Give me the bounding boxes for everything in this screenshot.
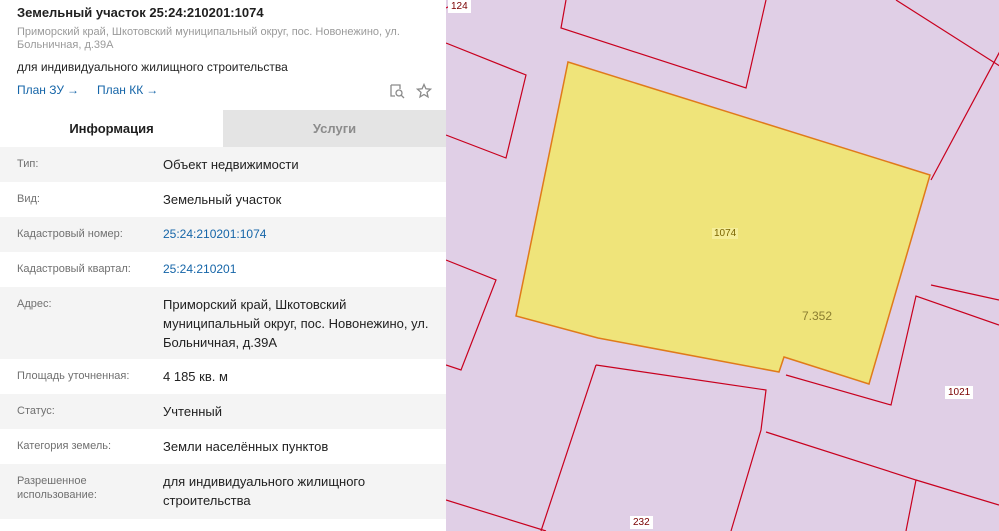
plan-links: План ЗУ → План КК → xyxy=(17,82,446,98)
plan-kk-link[interactable]: План КК → xyxy=(97,83,158,97)
property-value: Учтенный xyxy=(163,404,223,419)
property-value: Земли населённых пунктов xyxy=(163,439,329,454)
info-panel: Земельный участок 25:24:210201:1074 Прим… xyxy=(0,0,446,531)
property-row-permitted-use: Разрешенное использование: для индивидуа… xyxy=(0,464,446,519)
search-map-icon[interactable] xyxy=(388,82,405,99)
star-icon[interactable] xyxy=(415,82,432,99)
parcel-label-1021: 1021 xyxy=(945,386,974,399)
property-label: Кадастровый номер: xyxy=(17,228,123,240)
map-canvas[interactable] xyxy=(446,0,999,531)
property-row-cadastral-number: Кадастровый номер: 25:24:210201:1074 xyxy=(0,217,446,252)
property-value: Земельный участок xyxy=(163,192,282,207)
header-tools xyxy=(388,82,432,99)
parcel-boundary xyxy=(930,284,999,301)
parcel-boundary xyxy=(595,364,767,531)
area-value-label: 7.352 xyxy=(802,309,833,323)
parcel-boundary xyxy=(765,431,917,531)
parcel-boundary xyxy=(895,0,999,67)
parcel-label-232: 232 xyxy=(630,516,653,529)
property-row-type: Тип: Объект недвижимости xyxy=(0,147,446,182)
property-row-area: Площадь уточненная: 4 185 кв. м xyxy=(0,359,446,394)
property-list: Тип: Объект недвижимости Вид: Земельный … xyxy=(0,147,446,519)
property-label: Вид: xyxy=(17,193,40,205)
parcel-usage: для индивидуального жилищного строительс… xyxy=(17,60,288,74)
parcel-boundary xyxy=(446,259,497,371)
property-label: Адрес: xyxy=(17,298,52,310)
property-value: 4 185 кв. м xyxy=(163,369,228,384)
parcel-boundary xyxy=(446,42,527,159)
property-label: Разрешенное использование: xyxy=(17,475,97,501)
parcel-boundary xyxy=(930,51,999,181)
parcel-boundary xyxy=(540,364,597,531)
tab-services[interactable]: Услуги xyxy=(223,110,446,147)
panel-header: Земельный участок 25:24:210201:1074 Прим… xyxy=(0,0,446,98)
property-label: Площадь уточненная: xyxy=(17,370,130,382)
parcel-address: Приморский край, Шкотовский муниципальны… xyxy=(17,26,400,51)
property-value: Приморский край, Шкотовский муниципальны… xyxy=(163,297,429,350)
property-row-status: Статус: Учтенный xyxy=(0,394,446,429)
parcel-label-124: 124 xyxy=(448,0,471,13)
property-value: Объект недвижимости xyxy=(163,157,299,172)
property-label: Категория земель: xyxy=(17,440,112,452)
property-row-address: Адрес: Приморский край, Шкотовский муниц… xyxy=(0,287,446,359)
cadastral-number-link[interactable]: 25:24:210201:1074 xyxy=(163,217,433,252)
parcel-label-1074: 1074 xyxy=(712,228,739,239)
parcel-boundary xyxy=(446,499,547,531)
parcel-title: Земельный участок 25:24:210201:1074 xyxy=(17,5,264,20)
property-row-cadastral-block: Кадастровый квартал: 25:24:210201 xyxy=(0,252,446,287)
tab-information[interactable]: Информация xyxy=(0,110,223,147)
cadastral-block-link[interactable]: 25:24:210201 xyxy=(163,252,433,287)
selected-parcel[interactable] xyxy=(515,61,931,385)
property-label: Статус: xyxy=(17,405,55,417)
plan-zu-link[interactable]: План ЗУ → xyxy=(17,83,79,97)
property-label: Тип: xyxy=(17,158,39,170)
property-value: для индивидуального жилищного строительс… xyxy=(163,474,366,508)
property-row-land-category: Категория земель: Земли населённых пункт… xyxy=(0,429,446,464)
cadastral-map[interactable]: 124 1074 7.352 1021 232 xyxy=(446,0,999,531)
panel-tabs: Информация Услуги xyxy=(0,110,446,147)
property-label: Кадастровый квартал: xyxy=(17,263,131,275)
parcel-boundary xyxy=(915,479,999,506)
property-row-kind: Вид: Земельный участок xyxy=(0,182,446,217)
